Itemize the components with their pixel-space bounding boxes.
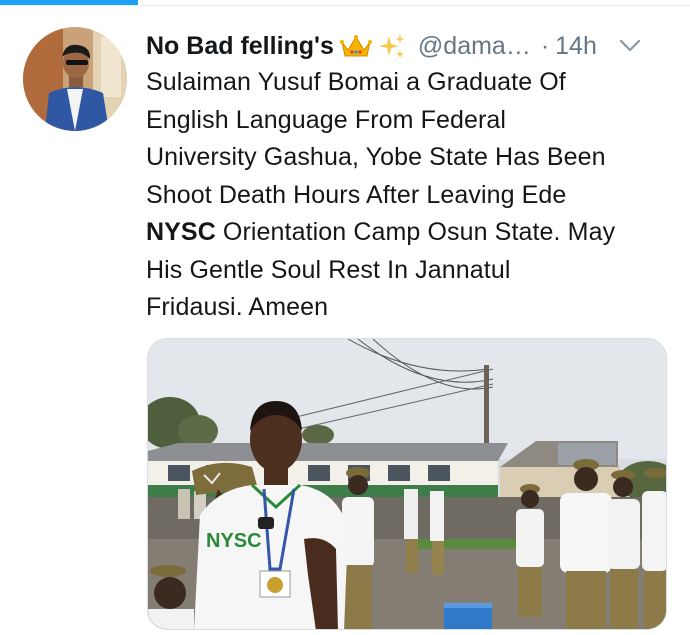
top-divider (0, 5, 690, 6)
tweet-text-line: His Gentle Soul Rest In Jannatul (146, 252, 676, 290)
text-segment: Fridausi. Ameen (146, 293, 329, 321)
tweet-text: Sulaiman Yusuf Bomai a Graduate Of Engli… (146, 64, 676, 327)
tweet-text-line: Shoot Death Hours After Leaving Ede (146, 177, 676, 215)
text-segment: His Gentle Soul Rest In Jannatul (146, 255, 511, 284)
chevron-down-icon[interactable] (619, 39, 641, 53)
avatar[interactable] (23, 27, 127, 131)
tweet-timestamp[interactable]: 14h (555, 32, 597, 61)
author-handle[interactable]: @dama… (418, 32, 531, 61)
text-segment: Shoot Death Hours After Leaving Ede (146, 180, 567, 209)
tweet-screen: No Bad felling's @dama… · 14h Sulaiman Y… (0, 0, 690, 635)
text-segment: Sulaiman Yusuf Bomai a Graduate Of (146, 68, 566, 96)
tweet-text-line: NYSC Orientation Camp Osun State. May (146, 214, 676, 252)
tweet-photo[interactable]: NYSC (147, 338, 667, 630)
tweet-text-line: Fridausi. Ameen (146, 289, 676, 327)
sparkles-icon (378, 32, 406, 60)
bold-keyword: NYSC (146, 218, 216, 246)
tweet-text-line: English Language From Federal (146, 102, 676, 140)
shirt-print-text: NYSC (206, 530, 262, 552)
text-segment: English Language From Federal (146, 105, 507, 134)
avatar-photo (23, 27, 127, 131)
tweet-text-line: Sulaiman Yusuf Bomai a Graduate Of (146, 64, 676, 102)
photo-scene: NYSC (148, 339, 666, 629)
tweet-header: No Bad felling's @dama… · 14h (146, 30, 676, 62)
text-segment: Orientation Camp Osun State. May (215, 218, 616, 246)
text-segment: University Gashua, Yobe State Has Been (146, 143, 606, 171)
tweet-text-line: University Gashua, Yobe State Has Been (146, 139, 676, 177)
crown-icon (339, 34, 372, 58)
display-name[interactable]: No Bad felling's (146, 32, 334, 61)
dot-separator: · (540, 31, 550, 60)
